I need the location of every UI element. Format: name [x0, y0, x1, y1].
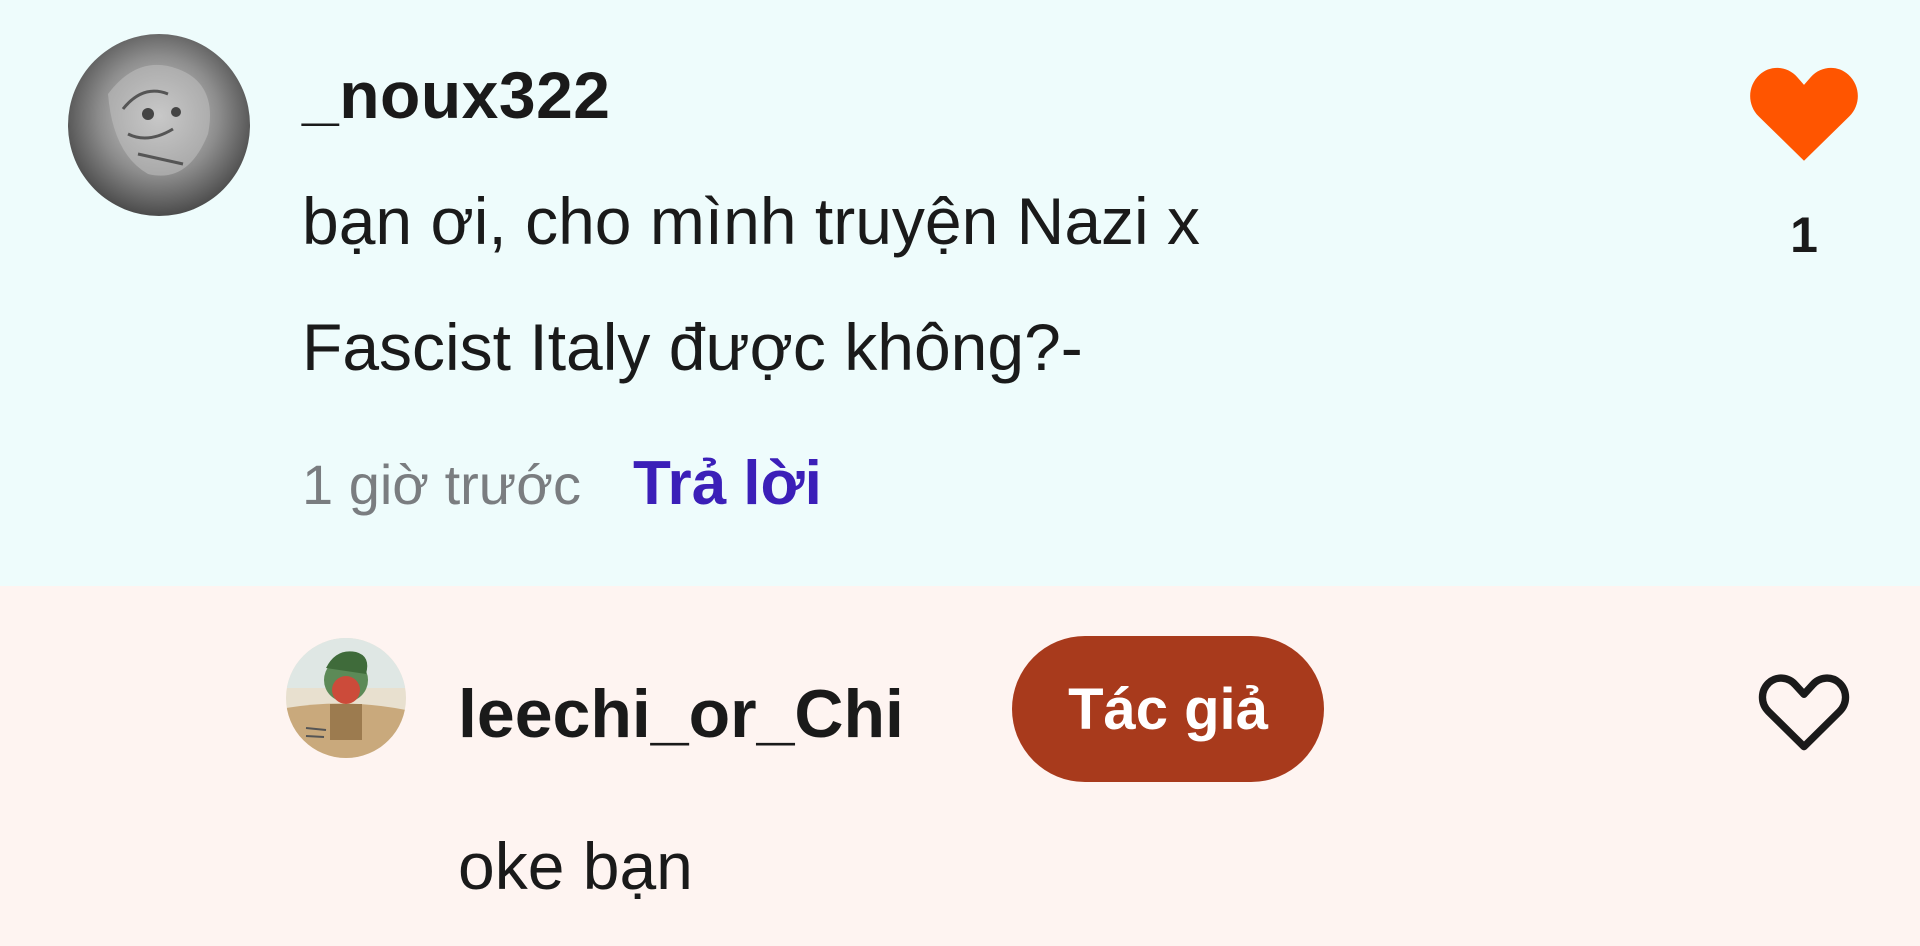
avatar-image — [286, 638, 406, 758]
reply-button[interactable]: Trả lời — [633, 448, 822, 519]
heart-filled-icon — [1750, 67, 1858, 161]
author-badge: Tác giả — [1012, 636, 1324, 782]
comment-timestamp: 1 giờ trước — [302, 453, 581, 516]
reply-item — [0, 586, 1920, 946]
reply-like-button[interactable] — [1754, 664, 1854, 754]
comment-text: bạn ơi, cho mình truyện Nazi x Fascist I… — [302, 158, 1402, 410]
comment-username[interactable]: _noux322 — [302, 62, 610, 128]
like-button[interactable] — [1746, 56, 1862, 164]
heart-outline-icon — [1758, 674, 1850, 751]
reply-username[interactable]: leechi_or_Chi — [458, 680, 904, 748]
comment-meta: 1 giờ trước Trả lời — [302, 448, 822, 519]
avatar[interactable] — [68, 34, 250, 216]
comment-text-line: Fascist Italy được không?- — [302, 310, 1083, 384]
comment-item: _noux322 bạn ơi, cho mình truyện Nazi x … — [0, 0, 1920, 586]
avatar-image — [68, 34, 250, 216]
like-count: 1 — [1790, 207, 1818, 263]
comment-text-line: bạn ơi, cho mình truyện Nazi x — [302, 184, 1201, 258]
avatar[interactable] — [286, 638, 406, 758]
reply-text: oke bạn — [458, 829, 693, 903]
